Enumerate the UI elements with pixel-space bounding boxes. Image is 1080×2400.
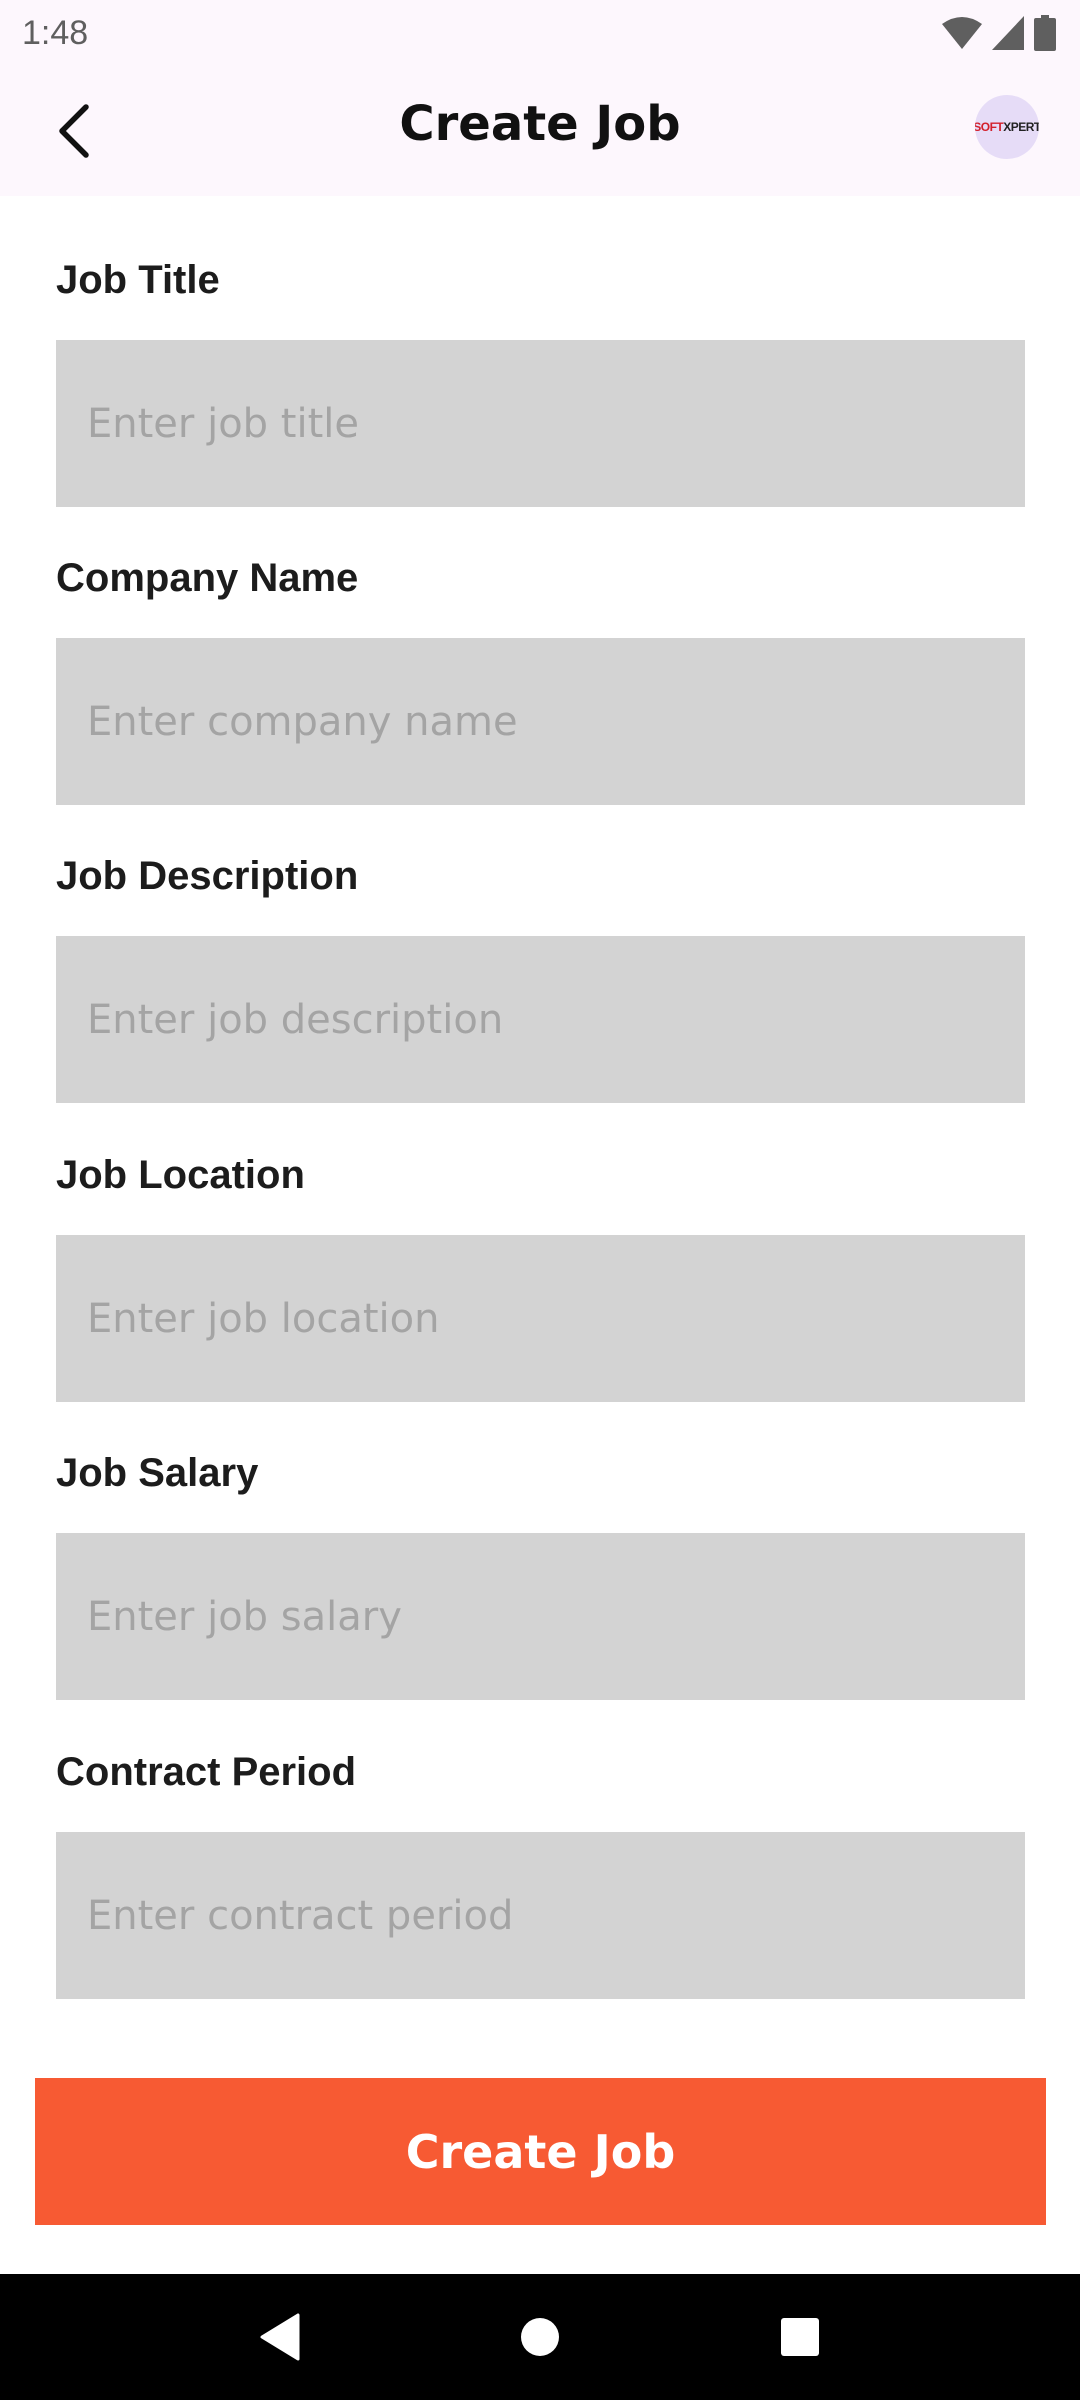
nav-recents-icon	[781, 2318, 819, 2356]
job-location-label: Job Location	[56, 1153, 305, 1197]
nav-back-button[interactable]	[250, 2307, 310, 2367]
status-icons	[942, 15, 1056, 51]
system-nav-bar	[0, 2274, 1080, 2400]
avatar[interactable]: SOFTXPERT	[975, 95, 1039, 159]
job-description-label: Job Description	[56, 854, 359, 898]
create-job-button[interactable]: Create Job	[35, 2078, 1046, 2225]
job-title-label: Job Title	[56, 258, 220, 302]
wifi-icon	[942, 17, 982, 49]
page-title: Create Job	[399, 96, 681, 152]
company-logo: SOFTXPERT	[975, 120, 1039, 134]
app-bar: Create Job SOFTXPERT	[0, 66, 1080, 196]
job-salary-label: Job Salary	[56, 1451, 259, 1495]
company-name-label: Company Name	[56, 556, 359, 600]
nav-home-icon	[521, 2318, 559, 2356]
nav-back-icon	[260, 2313, 300, 2361]
company-name-input[interactable]	[56, 638, 1025, 805]
nav-recents-button[interactable]	[770, 2307, 830, 2367]
nav-home-button[interactable]	[510, 2307, 570, 2367]
contract-period-label: Contract Period	[56, 1750, 357, 1794]
status-time: 1:48	[22, 13, 89, 52]
job-salary-input[interactable]	[56, 1533, 1025, 1700]
battery-icon	[1034, 15, 1056, 51]
job-location-input[interactable]	[56, 1235, 1025, 1402]
signal-icon	[992, 16, 1024, 50]
status-bar: 1:48	[0, 0, 1080, 66]
job-description-input[interactable]	[56, 936, 1025, 1103]
job-title-input[interactable]	[56, 340, 1025, 507]
contract-period-input[interactable]	[56, 1832, 1025, 1999]
